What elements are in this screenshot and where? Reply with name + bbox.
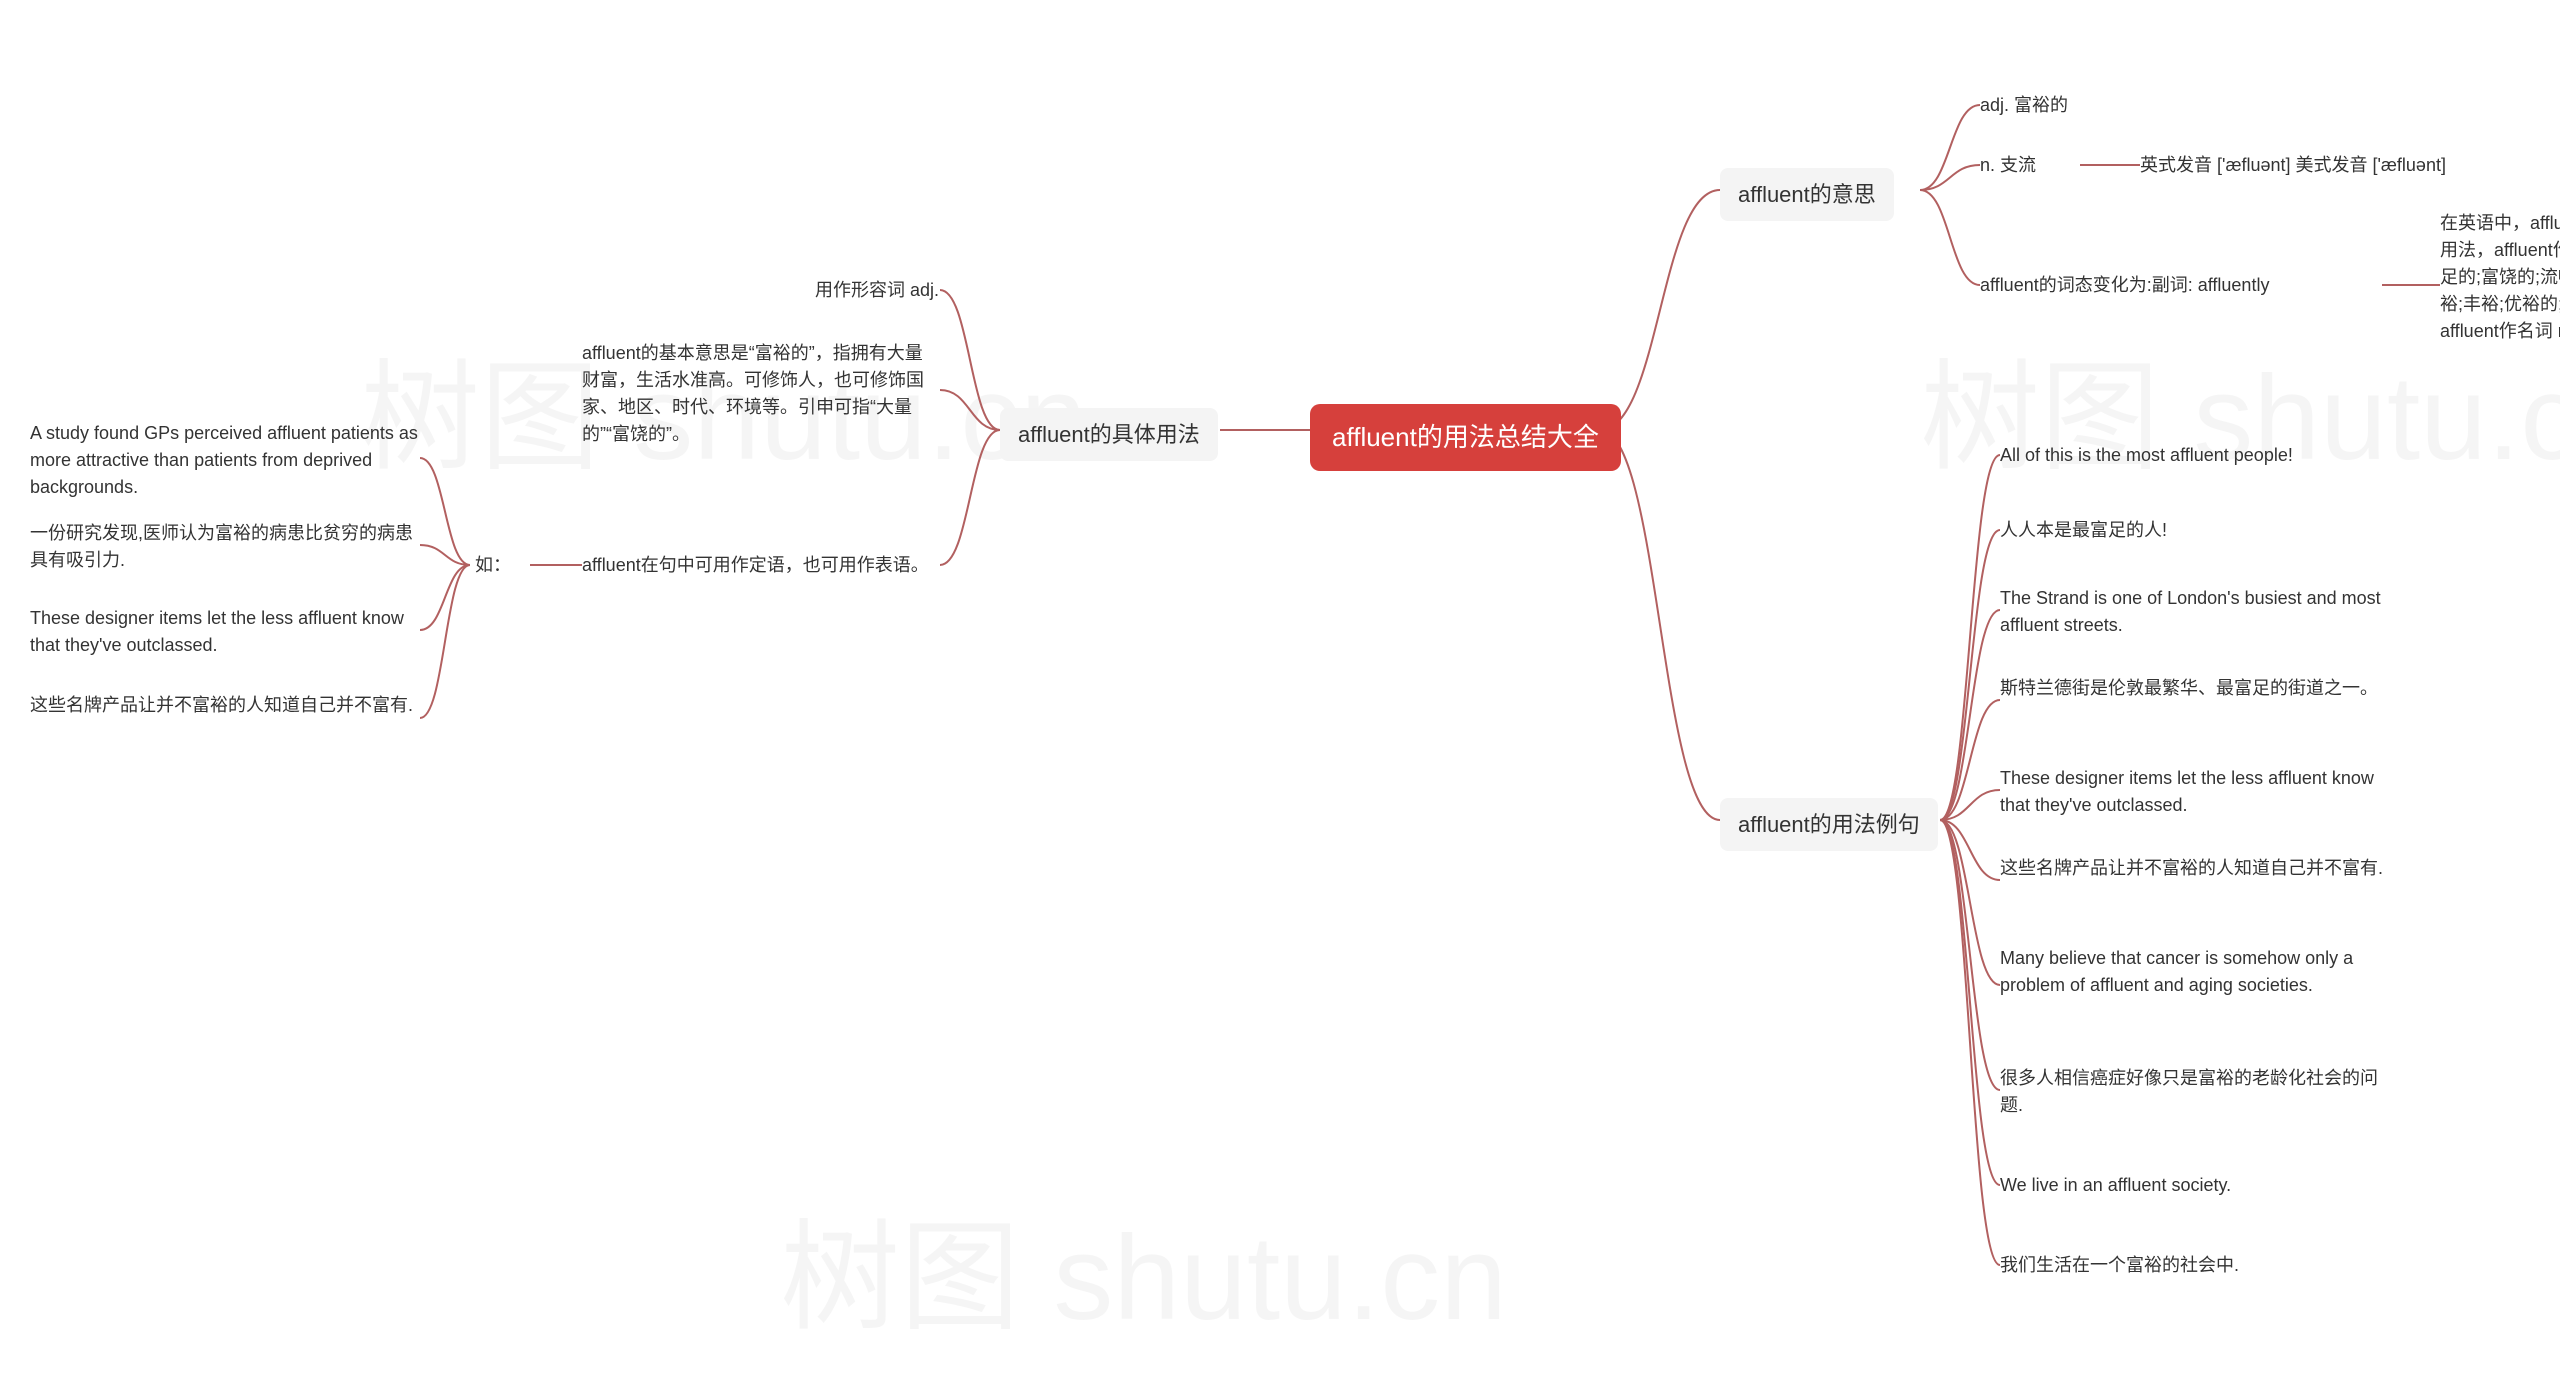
leaf-example: We live in an affluent society. [2000,1172,2231,1199]
leaf-meaning-noun: n. 支流 [1980,152,2036,179]
leaf-meaning-adj: adj. 富裕的 [1980,92,2068,119]
leaf-usage-item3: affluent在句中可用作定语，也可用作表语。 [582,552,940,579]
leaf-example: Many believe that cancer is somehow only… [2000,945,2400,999]
leaf-example: The Strand is one of London's busiest an… [2000,585,2400,639]
leaf-usage-item2: affluent的基本意思是“富裕的”，指拥有大量财富，生活水准高。可修饰人，也… [582,340,940,448]
branch-examples[interactable]: affluent的用法例句 [1720,798,1938,851]
leaf-meaning-tense-detail: 在英语中，affluent不仅具有上述意思，还有更详尽的用法，affluent作… [2440,210,2560,345]
leaf-usage-sub-example: 一份研究发现,医师认为富裕的病患比贫穷的病患具有吸引力. [30,520,420,574]
leaf-meaning-pron: 英式发音 ['æfluənt] 美式发音 ['æfluənt] [2140,152,2446,179]
branch-meaning[interactable]: affluent的意思 [1720,168,1894,221]
leaf-example: 这些名牌产品让并不富裕的人知道自己并不富有. [2000,855,2383,882]
leaf-example: 人人本是最富足的人! [2000,517,2167,544]
root-node[interactable]: affluent的用法总结大全 [1310,404,1621,471]
watermark: 树图 shutu.cn [780,1180,1507,1354]
leaf-usage-item3-prefix: 如： [475,552,511,579]
branch-usage-label: affluent的具体用法 [1018,422,1200,447]
leaf-example: 很多人相信癌症好像只是富裕的老龄化社会的问题. [2000,1065,2400,1119]
leaf-example: 斯特兰德街是伦敦最繁华、最富足的街道之一。 [2000,675,2378,702]
leaf-usage-item1: 用作形容词 adj. [769,277,939,304]
leaf-meaning-tense: affluent的词态变化为:副词: affluently [1980,272,2269,299]
leaf-example: All of this is the most affluent people! [2000,442,2293,469]
leaf-usage-sub-example: These designer items let the less afflue… [30,605,420,659]
branch-meaning-label: affluent的意思 [1738,182,1876,207]
leaf-example: 我们生活在一个富裕的社会中. [2000,1252,2239,1279]
leaf-usage-sub-example: 这些名牌产品让并不富裕的人知道自己并不富有. [30,692,420,719]
branch-examples-label: affluent的用法例句 [1738,812,1920,837]
leaf-example: These designer items let the less afflue… [2000,765,2400,819]
branch-usage[interactable]: affluent的具体用法 [1000,408,1218,461]
root-title: affluent的用法总结大全 [1332,422,1599,452]
leaf-usage-sub-example: A study found GPs perceived affluent pat… [30,420,420,501]
